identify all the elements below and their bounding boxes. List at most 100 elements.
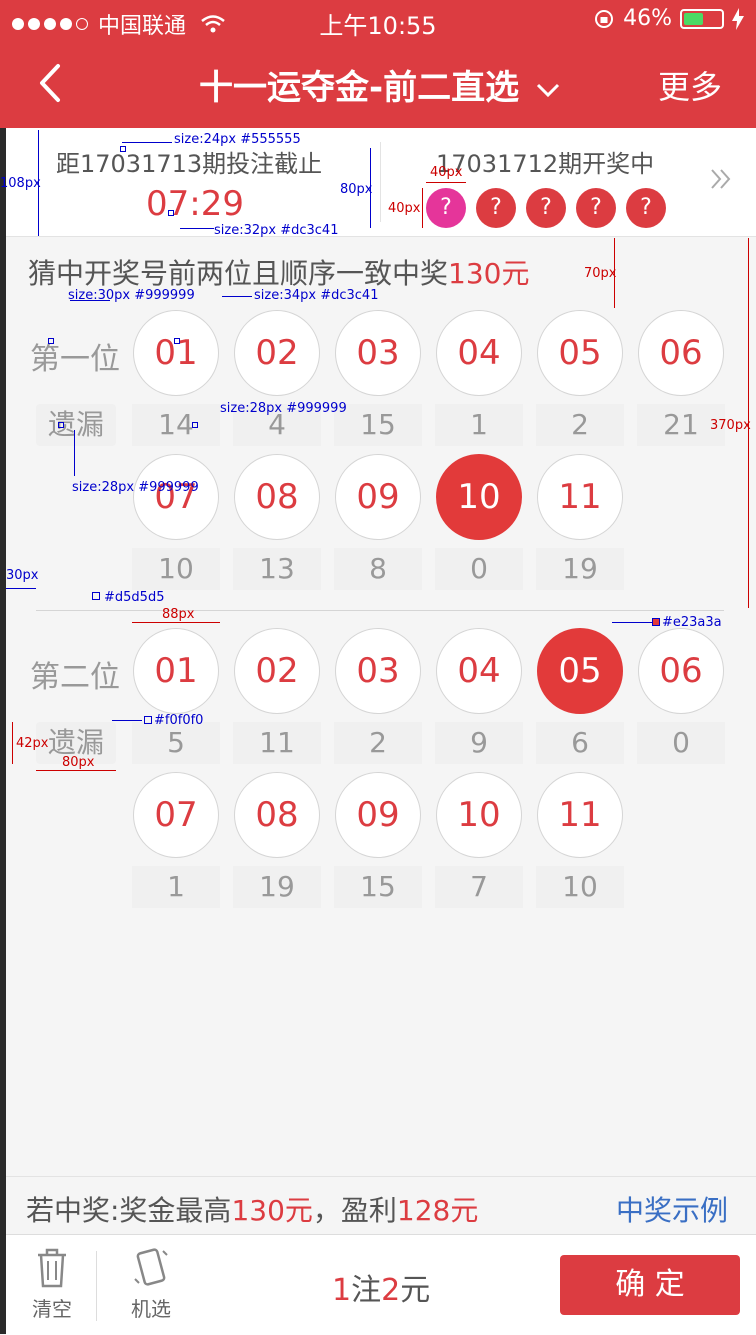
max-prize: 130元 [231, 1194, 313, 1227]
annotation: 70px [584, 266, 617, 281]
annotation: 108px [0, 176, 41, 191]
number-ball[interactable]: 02 [234, 310, 320, 396]
shake-phone-icon [134, 1248, 168, 1286]
annotation: #e23a3a [662, 615, 722, 630]
annotation: 42px [16, 736, 49, 751]
prize-summary: 若中奖:奖金最高130元，盈利128元 [26, 1189, 478, 1229]
number-ball[interactable]: 08 [234, 772, 320, 858]
battery-percent: 46% [623, 6, 672, 31]
number-ball[interactable]: 04 [436, 310, 522, 396]
battery-icon [680, 8, 724, 29]
miss-count: 19 [536, 548, 624, 590]
number-ball[interactable]: 07 [133, 454, 219, 540]
marker [652, 618, 660, 626]
number-ball[interactable]: 06 [638, 310, 724, 396]
back-arrow-icon [40, 64, 60, 102]
number-ball[interactable]: 04 [436, 628, 522, 714]
random-pick-label: 机选 [131, 1297, 171, 1321]
annotation: 80px [62, 755, 95, 770]
marker [168, 210, 174, 216]
number-ball[interactable]: 01 [133, 310, 219, 396]
miss-count: 1 [132, 866, 220, 908]
number-ball[interactable]: 09 [335, 772, 421, 858]
annotation: #f0f0f0 [154, 713, 204, 728]
nav-bar: 十一运夺金-前二直选 更多 [0, 40, 756, 128]
miss-count: 10 [536, 866, 624, 908]
number-ball[interactable]: 06 [638, 628, 724, 714]
draw-ball: ? [626, 188, 666, 228]
draw-ball: ? [426, 188, 466, 228]
number-ball[interactable]: 03 [335, 310, 421, 396]
screen-edge [0, 128, 6, 1334]
random-pick-button[interactable]: 机选 [118, 1245, 184, 1329]
annotation: size:24px #555555 [174, 132, 301, 147]
clear-button[interactable]: 清空 [22, 1245, 82, 1329]
miss-count: 9 [435, 722, 523, 764]
amount-unit: 元 [400, 1273, 431, 1308]
miss-count: 13 [233, 548, 321, 590]
deadline-label: 距17031713期投注截止 [56, 150, 323, 178]
miss-count: 2 [334, 722, 422, 764]
marker [58, 422, 64, 428]
miss-count: 8 [334, 548, 422, 590]
number-ball[interactable]: 03 [335, 628, 421, 714]
number-ball[interactable]: 10 [436, 454, 522, 540]
dim-line [6, 588, 36, 589]
marker [144, 716, 152, 724]
divider [96, 1251, 97, 1321]
number-ball[interactable]: 08 [234, 454, 320, 540]
rule-text: 猜中开奖号前两位且顺序一致中奖130元 [28, 252, 529, 292]
miss-count: 5 [132, 722, 220, 764]
page-title: 十一运夺金-前二直选 [199, 68, 520, 108]
more-button[interactable]: 更多 [658, 62, 722, 108]
dim-line [12, 722, 13, 764]
dim-line [426, 182, 466, 183]
number-ball[interactable]: 05 [537, 310, 623, 396]
number-ball[interactable]: 02 [234, 628, 320, 714]
number-ball[interactable]: 10 [436, 772, 522, 858]
annotation: 40px [388, 201, 421, 216]
miss-count: 15 [334, 404, 422, 446]
prize-example-link[interactable]: 中奖示例 [616, 1189, 728, 1229]
status-bar: 中国联通 上午10:55 46% [0, 0, 756, 40]
miss-count: 1 [435, 404, 523, 446]
dim-line [36, 770, 116, 771]
draw-ball: ? [576, 188, 616, 228]
bet-count: 1 [332, 1273, 352, 1308]
number-ball[interactable]: 01 [133, 628, 219, 714]
back-button[interactable] [30, 58, 80, 108]
miss-count: 19 [233, 866, 321, 908]
marker [48, 338, 54, 344]
leader-line [122, 142, 172, 143]
number-ball[interactable]: 07 [133, 772, 219, 858]
countdown: 07:29 [146, 184, 244, 224]
annotation: 30px [6, 568, 39, 583]
trash-icon [38, 1248, 66, 1288]
draw-history-button[interactable] [706, 164, 736, 198]
position-label: 第二位 [30, 660, 120, 695]
annotation: 88px [162, 607, 195, 622]
summary-sep: ，盈利 [312, 1194, 397, 1227]
marker [92, 592, 100, 600]
miss-count: 15 [334, 866, 422, 908]
rule-text-prefix: 猜中开奖号前两位且顺序一致中奖 [28, 257, 449, 290]
dim-line [132, 622, 220, 623]
confirm-button[interactable]: 确 定 [560, 1255, 740, 1315]
rotation-lock-icon [595, 9, 614, 28]
number-ball[interactable]: 09 [335, 454, 421, 540]
leader-line [74, 430, 75, 476]
marker [174, 338, 180, 344]
leader-line [222, 296, 252, 297]
play-type-selector[interactable]: 十一运夺金-前二直选 [170, 60, 590, 109]
draw-ball: ? [476, 188, 516, 228]
annotation: size:30px #999999 [68, 288, 195, 303]
annotation: size:32px #dc3c41 [214, 223, 339, 238]
leader-line [612, 622, 652, 623]
number-ball[interactable]: 11 [537, 772, 623, 858]
number-ball[interactable]: 11 [537, 454, 623, 540]
marker [120, 146, 126, 152]
number-ball[interactable]: 05 [537, 628, 623, 714]
annotation: 40px [430, 165, 463, 180]
miss-count: 7 [435, 866, 523, 908]
summary-prefix: 若中奖:奖金最高 [26, 1194, 232, 1227]
